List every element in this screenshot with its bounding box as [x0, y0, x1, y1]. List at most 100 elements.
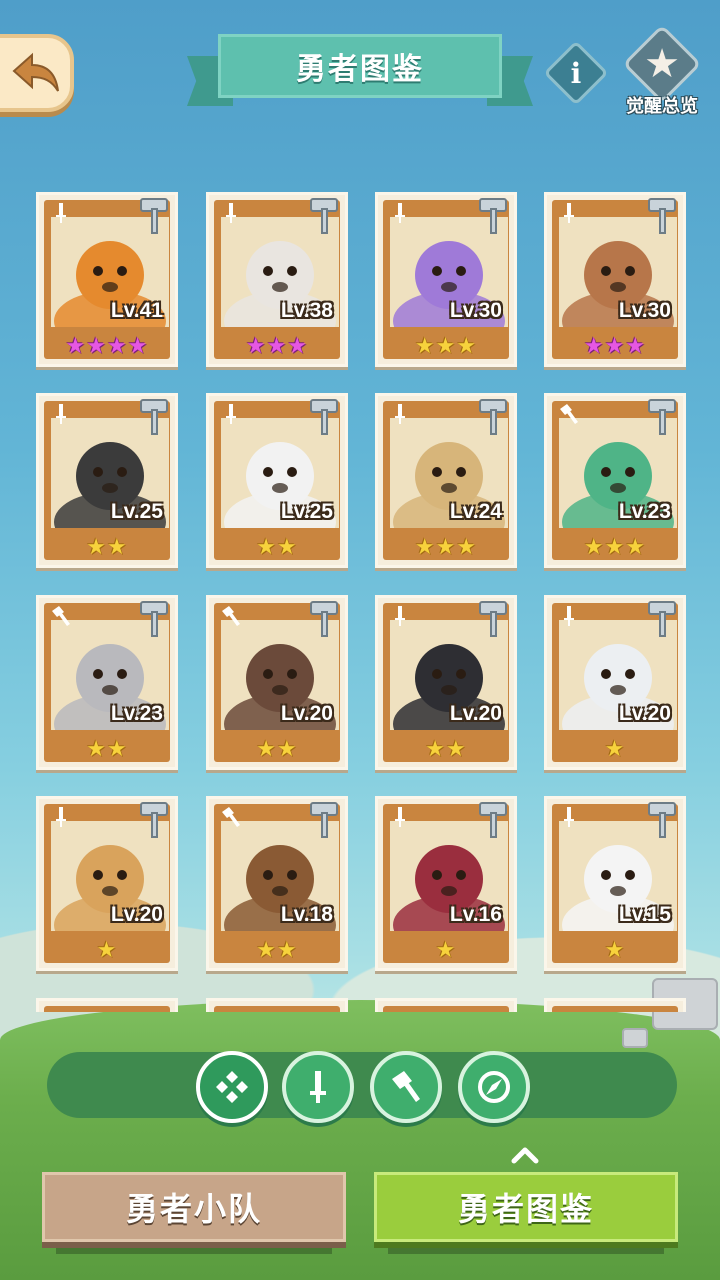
sword-icon: [49, 201, 73, 225]
info-button[interactable]: i: [543, 40, 609, 106]
hero-stars: ★★★: [245, 334, 309, 359]
tab-hero-codex[interactable]: 勇者图鉴: [374, 1172, 678, 1242]
hero-card[interactable]: Lv.23 ★★★: [544, 393, 686, 568]
hammer-icon: [479, 198, 507, 234]
hammer-icon: [140, 399, 168, 435]
hero-level: Lv.18: [280, 903, 333, 926]
hero-card[interactable]: Lv.20 ★: [36, 796, 178, 971]
sword-icon: [388, 402, 412, 426]
hammer-icon: [479, 601, 507, 637]
hero-level: Lv.23: [110, 702, 163, 725]
hero-stars: ★★: [86, 737, 128, 762]
hammer-icon: [648, 601, 676, 637]
hammer-icon: [310, 399, 338, 435]
hero-stars: ★: [604, 938, 626, 963]
hammer-icon: [219, 604, 243, 628]
back-arrow-icon: [12, 52, 59, 92]
hero-card[interactable]: Lv.20 ★★: [206, 595, 348, 770]
hero-card[interactable]: Lv.18 ★★: [206, 796, 348, 971]
compass-icon: [478, 1071, 510, 1103]
rock-decoration: [622, 1028, 648, 1048]
hammer-icon: [479, 399, 507, 435]
hero-level: Lv.20: [280, 702, 333, 725]
hammer-icon: [310, 601, 338, 637]
hero-stars: ★: [604, 737, 626, 762]
hero-stars: ★★: [86, 535, 128, 560]
chevron-up-icon: [511, 1147, 539, 1164]
filter-all-button[interactable]: [196, 1051, 268, 1123]
sword-icon: [557, 805, 581, 829]
hammer-icon: [310, 198, 338, 234]
filter-hammer-button[interactable]: [370, 1051, 442, 1123]
hero-card[interactable]: Lv.41 ★★★★: [36, 192, 178, 367]
hero-stars: ★★★: [414, 334, 478, 359]
sword-icon: [388, 604, 412, 628]
hero-stars: ★: [435, 938, 457, 963]
hero-card[interactable]: [206, 998, 348, 1012]
hammer-icon: [49, 604, 73, 628]
hero-level: Lv.38: [280, 299, 333, 322]
hero-level: Lv.25: [280, 500, 333, 523]
filter-sword-button[interactable]: [282, 1051, 354, 1123]
card-frame: [383, 1006, 509, 1012]
hammer-icon: [392, 1071, 420, 1102]
awaken-overview-label: 觉醒总览: [626, 96, 698, 117]
page-title: 勇者图鉴: [218, 34, 502, 98]
back-button[interactable]: [0, 34, 74, 112]
sword-icon: [310, 1071, 326, 1103]
star-icon: ★: [644, 41, 680, 87]
hammer-icon: [140, 601, 168, 637]
hero-level: Lv.20: [110, 903, 163, 926]
sword-icon: [557, 604, 581, 628]
sword-icon: [49, 402, 73, 426]
hero-level: Lv.30: [449, 299, 502, 322]
hero-card[interactable]: Lv.23 ★★: [36, 595, 178, 770]
hero-level: Lv.16: [449, 903, 502, 926]
hammer-icon: [140, 198, 168, 234]
sword-icon: [219, 402, 243, 426]
hero-card[interactable]: Lv.25 ★★: [36, 393, 178, 568]
hero-stars: ★★★: [583, 535, 647, 560]
hero-card[interactable]: Lv.30 ★★★: [375, 192, 517, 367]
hero-card[interactable]: [544, 998, 686, 1012]
hero-level: Lv.30: [618, 299, 671, 322]
hero-card[interactable]: Lv.30 ★★★: [544, 192, 686, 367]
card-frame: [552, 1006, 678, 1012]
sword-icon: [49, 805, 73, 829]
awaken-overview-button[interactable]: ★ 觉醒总览: [612, 24, 712, 120]
hero-stars: ★★: [256, 737, 298, 762]
diamond-grid-icon: [216, 1071, 248, 1103]
hero-card[interactable]: Lv.16 ★: [375, 796, 517, 971]
filter-compass-button[interactable]: [458, 1051, 530, 1123]
hero-card[interactable]: Lv.24 ★★★: [375, 393, 517, 568]
hero-level: Lv.23: [618, 500, 671, 523]
hero-stars: ★★★: [583, 334, 647, 359]
hero-level: Lv.20: [618, 702, 671, 725]
hero-stars: ★★: [425, 737, 467, 762]
hero-stars: ★★: [256, 535, 298, 560]
title-banner: 勇者图鉴: [187, 34, 533, 106]
hammer-icon: [648, 802, 676, 838]
hero-card[interactable]: Lv.25 ★★: [206, 393, 348, 568]
hero-card[interactable]: Lv.38 ★★★: [206, 192, 348, 367]
hero-grid: Lv.41 ★★★★ Lv.38 ★★★ Lv.30 ★★★ Lv.30 ★★★…: [36, 192, 686, 1012]
tab-hero-team[interactable]: 勇者小队: [42, 1172, 346, 1242]
hero-card[interactable]: Lv.15 ★: [544, 796, 686, 971]
hammer-icon: [310, 802, 338, 838]
sword-icon: [557, 201, 581, 225]
hero-level: Lv.24: [449, 500, 502, 523]
hero-card[interactable]: Lv.20 ★: [544, 595, 686, 770]
hero-card[interactable]: [36, 998, 178, 1012]
info-icon: i: [570, 56, 582, 90]
sword-icon: [388, 201, 412, 225]
hero-level: Lv.20: [449, 702, 502, 725]
hero-level: Lv.15: [618, 903, 671, 926]
hero-level: Lv.41: [110, 299, 163, 322]
hero-stars: ★★★★: [65, 334, 149, 359]
hero-card[interactable]: Lv.20 ★★: [375, 595, 517, 770]
hammer-icon: [648, 399, 676, 435]
hammer-icon: [557, 402, 581, 426]
hammer-icon: [219, 805, 243, 829]
hero-card[interactable]: [375, 998, 517, 1012]
card-frame: [214, 1006, 340, 1012]
